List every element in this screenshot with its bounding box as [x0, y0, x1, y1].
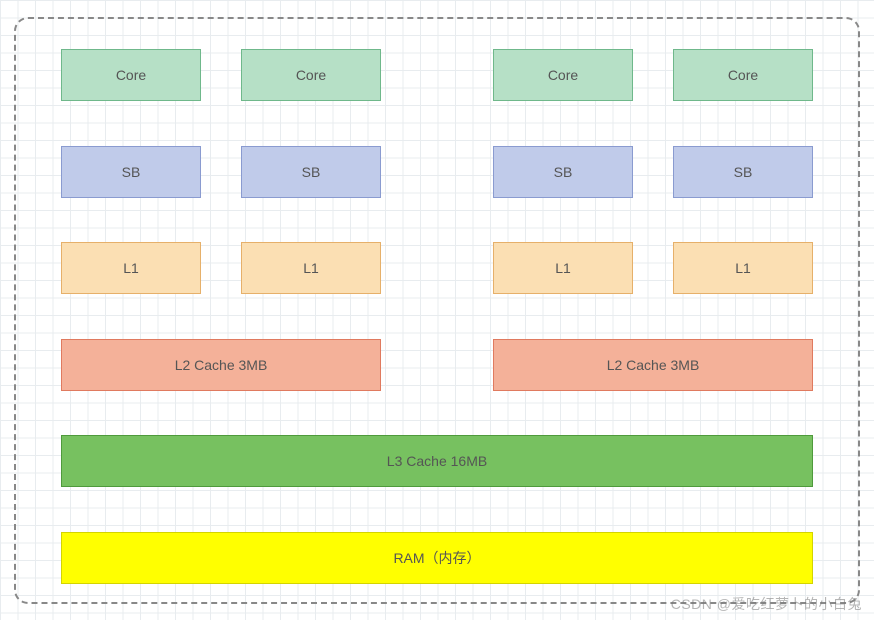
l1-group-left: L1 L1	[61, 242, 381, 294]
ram-label: RAM（内存）	[393, 548, 480, 568]
l1-row: L1 L1 L1 L1	[61, 242, 813, 294]
l1-box: L1	[673, 242, 813, 294]
sb-box: SB	[61, 146, 201, 198]
l3-box: L3 Cache 16MB	[61, 435, 813, 487]
sb-box: SB	[493, 146, 633, 198]
core-label: Core	[548, 67, 578, 83]
core-row: Core Core Core Core	[61, 49, 813, 101]
l3-label: L3 Cache 16MB	[387, 453, 487, 469]
core-group-left: Core Core	[61, 49, 381, 101]
l1-box: L1	[61, 242, 201, 294]
l1-label: L1	[303, 260, 319, 276]
core-label: Core	[116, 67, 146, 83]
l2-box: L2 Cache 3MB	[493, 339, 813, 391]
l2-row: L2 Cache 3MB L2 Cache 3MB	[61, 339, 813, 391]
l2-label: L2 Cache 3MB	[607, 357, 700, 373]
core-box: Core	[493, 49, 633, 101]
l2-box: L2 Cache 3MB	[61, 339, 381, 391]
ram-box: RAM（内存）	[61, 532, 813, 584]
sb-group-left: SB SB	[61, 146, 381, 198]
l1-box: L1	[241, 242, 381, 294]
sb-label: SB	[122, 164, 141, 180]
core-label: Core	[296, 67, 326, 83]
sb-box: SB	[673, 146, 813, 198]
sb-label: SB	[554, 164, 573, 180]
l1-box: L1	[493, 242, 633, 294]
sb-label: SB	[302, 164, 321, 180]
l1-group-right: L1 L1	[493, 242, 813, 294]
core-box: Core	[241, 49, 381, 101]
sb-group-right: SB SB	[493, 146, 813, 198]
core-box: Core	[673, 49, 813, 101]
l1-label: L1	[735, 260, 751, 276]
core-box: Core	[61, 49, 201, 101]
l1-label: L1	[555, 260, 571, 276]
l3-row: L3 Cache 16MB	[61, 435, 813, 487]
core-label: Core	[728, 67, 758, 83]
ram-row: RAM（内存）	[61, 532, 813, 584]
sb-box: SB	[241, 146, 381, 198]
sb-label: SB	[734, 164, 753, 180]
l2-label: L2 Cache 3MB	[175, 357, 268, 373]
cpu-memory-diagram: Core Core Core Core SB SB SB SB L1 L1 L1…	[14, 17, 860, 604]
core-group-right: Core Core	[493, 49, 813, 101]
l1-label: L1	[123, 260, 139, 276]
sb-row: SB SB SB SB	[61, 146, 813, 198]
